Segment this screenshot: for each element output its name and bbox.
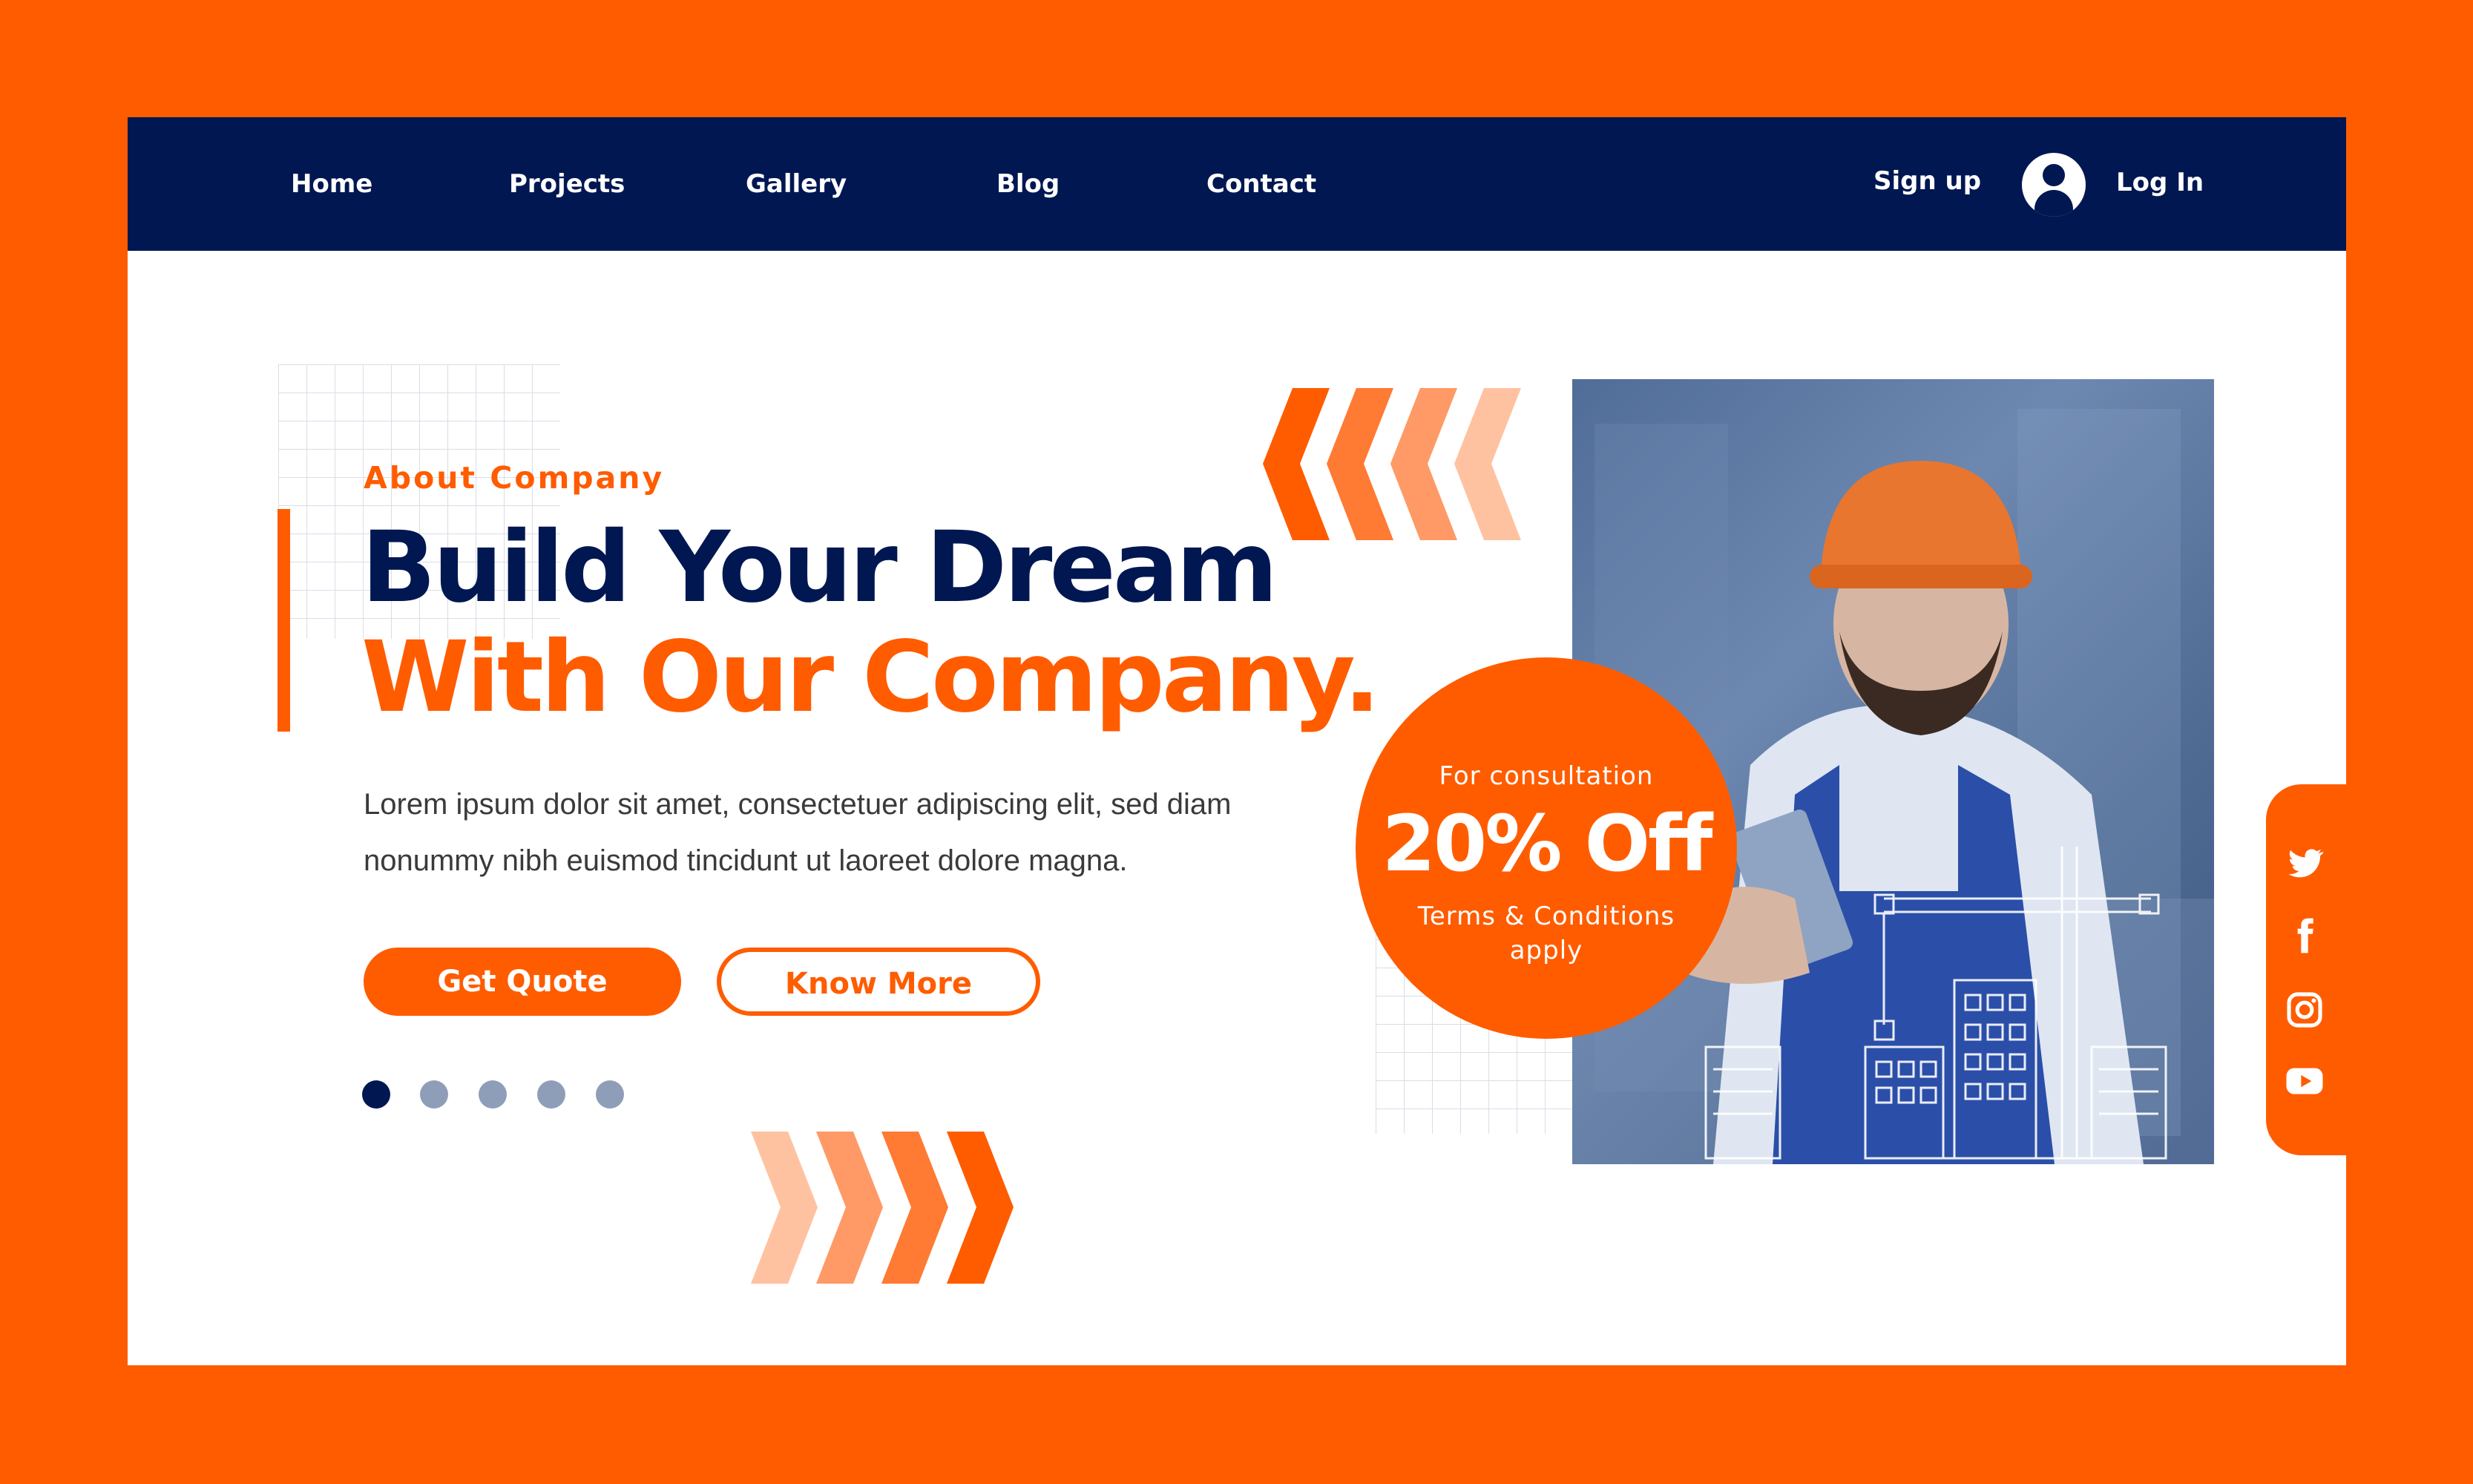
carousel-dot-3[interactable] <box>479 1080 507 1109</box>
get-quote-button[interactable]: Get Quote <box>364 948 681 1016</box>
instagram-icon[interactable] <box>2284 989 2325 1031</box>
hero-description: Lorem ipsum dolor sit amet, consectetuer… <box>364 776 1328 889</box>
carousel-dot-4[interactable] <box>537 1080 565 1109</box>
carousel-dot-5[interactable] <box>596 1080 624 1109</box>
hero-description-line-2: nonummy nibh euismod tincidunt ut laoree… <box>364 844 1128 877</box>
nav-gallery[interactable]: Gallery <box>746 117 847 251</box>
promo-discount: 20% Off <box>1382 798 1712 889</box>
carousel-dot-1[interactable] <box>362 1080 390 1109</box>
twitter-icon[interactable] <box>2284 842 2325 884</box>
facebook-icon[interactable] <box>2284 915 2325 956</box>
eyebrow-label: About Company <box>364 460 665 496</box>
nav-projects[interactable]: Projects <box>509 117 625 251</box>
nav-blog[interactable]: Blog <box>996 117 1060 251</box>
log-in-link[interactable]: Log In <box>2116 117 2204 249</box>
hero-title-line-1: Build Your Dream <box>361 510 1278 625</box>
youtube-icon[interactable] <box>2284 1060 2325 1102</box>
know-more-button[interactable]: Know More <box>717 948 1040 1016</box>
sign-up-link[interactable]: Sign up <box>1873 117 1981 248</box>
promo-badge: For consultation 20% Off Terms & Conditi… <box>1356 657 1737 1039</box>
social-sidebar <box>2266 784 2346 1155</box>
landing-page: Home Projects Gallery Blog Contact Sign … <box>128 117 2346 1365</box>
promo-subtitle: For consultation <box>1439 761 1654 791</box>
chevron-left-icon <box>1263 388 1521 540</box>
top-navbar: Home Projects Gallery Blog Contact Sign … <box>128 117 2346 251</box>
promo-terms: Terms & Conditions apply <box>1417 902 1675 965</box>
hero-title-line-2: With Our Company. <box>361 620 1381 735</box>
carousel-dot-2[interactable] <box>420 1080 448 1109</box>
chevron-right-icon <box>751 1132 1014 1284</box>
nav-home[interactable]: Home <box>291 117 372 251</box>
accent-bar <box>277 509 290 732</box>
nav-contact[interactable]: Contact <box>1206 117 1316 251</box>
user-avatar-icon[interactable] <box>2022 153 2086 217</box>
hero-description-line-1: Lorem ipsum dolor sit amet, consectetuer… <box>364 788 1232 821</box>
